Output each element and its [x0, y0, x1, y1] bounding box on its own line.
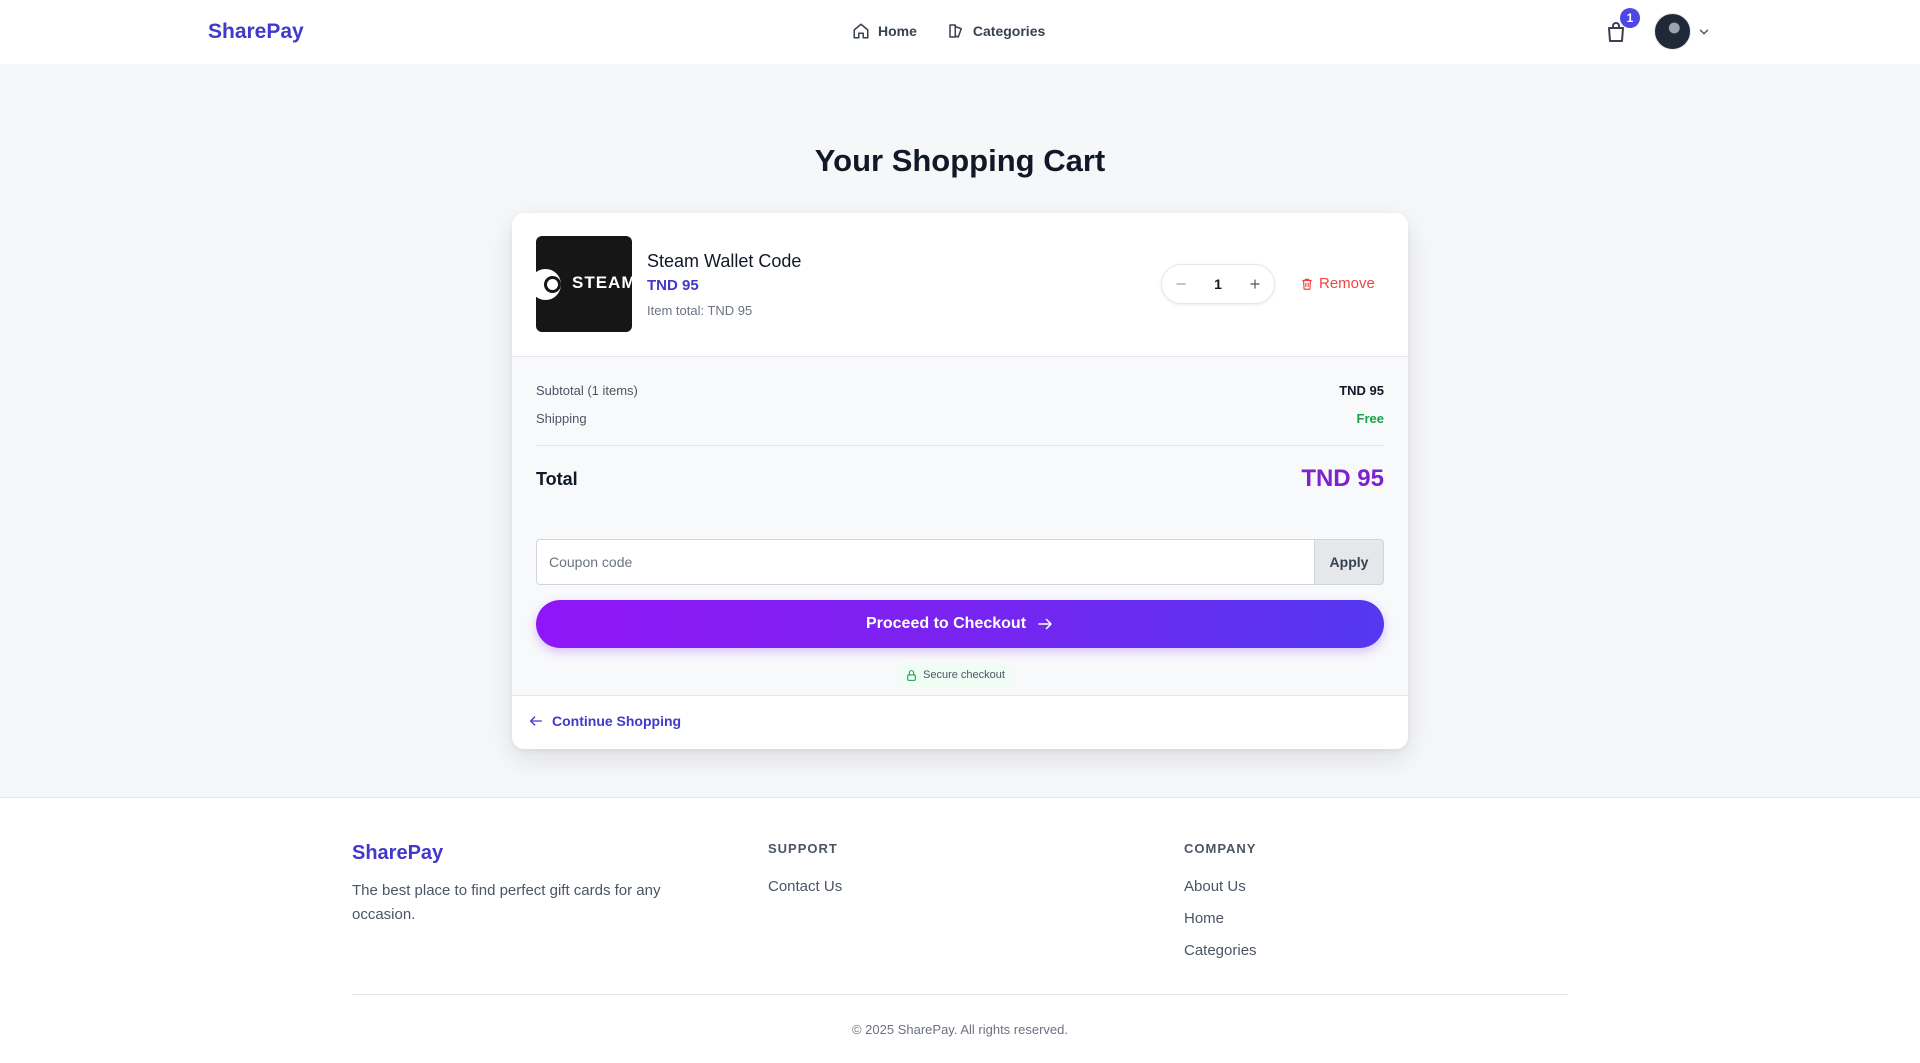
summary-divider [536, 445, 1384, 446]
chevron-down-icon [1699, 29, 1709, 35]
footer-tagline: The best place to find perfect gift card… [352, 882, 661, 923]
secure-checkout-label: Secure checkout [923, 669, 1005, 681]
remove-button[interactable]: Remove [1300, 275, 1375, 292]
product-image-text: STEAM [572, 273, 632, 292]
continue-shopping-link[interactable]: Continue Shopping [528, 713, 681, 729]
arrow-right-icon [1038, 618, 1052, 630]
shipping-value: Free [1356, 411, 1384, 426]
product-name: Steam Wallet Code [647, 251, 802, 271]
cart-item: STEAM Steam Wallet Code TND 95 Item tota… [512, 213, 1408, 357]
arrow-left-icon [530, 716, 542, 726]
brand-logo[interactable]: SharePay [208, 20, 304, 44]
checkout-label: Proceed to Checkout [865, 615, 1027, 632]
footer-divider [352, 994, 1568, 995]
subtotal-label: Subtotal (1 items) [536, 383, 638, 398]
order-summary: Subtotal (1 items) TND 95 Shipping Free … [512, 357, 1408, 696]
steam-logo-icon [536, 269, 561, 300]
footer-link-contact-us[interactable]: Contact Us [768, 878, 842, 895]
coupon-input[interactable] [536, 539, 1314, 585]
total-row: Total TND 95 [536, 465, 1384, 493]
cart-count-badge: 1 [1620, 8, 1640, 28]
nav-home[interactable]: Home [852, 22, 917, 40]
nav-categories-label: Categories [972, 23, 1046, 39]
categories-icon [949, 24, 962, 38]
home-icon [853, 23, 869, 39]
top-navbar: SharePay Home Categories 1 [0, 0, 1920, 64]
apply-coupon-button[interactable]: Apply [1314, 539, 1384, 585]
nav-categories[interactable]: Categories [947, 22, 1045, 40]
main-nav: Home Categories [852, 22, 1045, 40]
footer-copyright: © 2025 SharePay. All rights reserved. [851, 1022, 1068, 1037]
avatar[interactable] [1654, 13, 1691, 50]
continue-shopping-label: Continue Shopping [552, 713, 682, 729]
proceed-to-checkout-button[interactable]: Proceed to Checkout [536, 600, 1384, 648]
increase-quantity-button[interactable] [1246, 275, 1264, 293]
shipping-label: Shipping [536, 411, 587, 426]
quantity-stepper: 1 [1161, 264, 1275, 304]
plus-icon [1250, 279, 1260, 289]
footer-brand[interactable]: SharePay [352, 842, 443, 865]
shipping-row: Shipping Free [536, 411, 1384, 426]
site-footer: SharePay The best place to find perfect … [0, 797, 1920, 1063]
trash-icon [1302, 278, 1312, 290]
remove-label: Remove [1319, 275, 1375, 292]
minus-icon [1176, 283, 1186, 285]
total-label: Total [536, 468, 578, 489]
item-total: Item total: TND 95 [647, 303, 753, 318]
nav-home-label: Home [878, 23, 917, 39]
decrease-quantity-button[interactable] [1172, 275, 1190, 293]
subtotal-row: Subtotal (1 items) TND 95 [536, 383, 1384, 398]
subtotal-value: TND 95 [1339, 383, 1384, 398]
footer-support-title: SUPPORT [768, 841, 838, 856]
product-image: STEAM [536, 236, 632, 332]
total-value: TND 95 [1301, 465, 1384, 492]
footer-link-home[interactable]: Home [1184, 910, 1224, 927]
quantity-value: 1 [1214, 276, 1222, 292]
secure-checkout-badge: Secure checkout [897, 663, 1013, 687]
page-title: Your Shopping Cart [814, 143, 1106, 178]
user-menu[interactable] [1654, 13, 1711, 50]
footer-company-title: COMPANY [1184, 841, 1257, 856]
product-price: TND 95 [647, 277, 699, 294]
lock-icon [907, 669, 916, 681]
coupon-form: Apply [536, 539, 1384, 585]
cart-card: STEAM Steam Wallet Code TND 95 Item tota… [512, 213, 1408, 749]
footer-link-categories[interactable]: Categories [1184, 942, 1257, 959]
footer-link-about-us[interactable]: About Us [1184, 878, 1246, 895]
